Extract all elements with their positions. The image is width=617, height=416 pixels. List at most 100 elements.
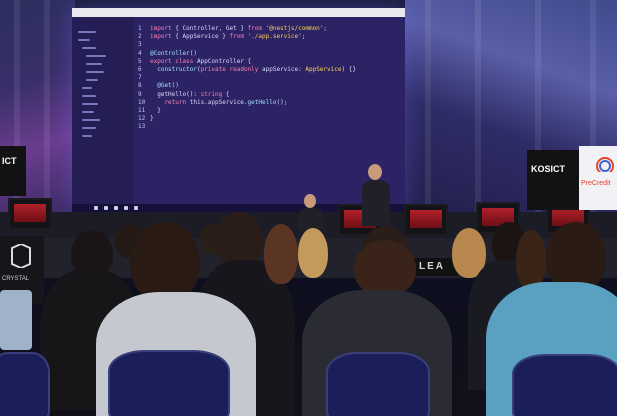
tree-row xyxy=(82,87,92,89)
person-head xyxy=(130,222,200,302)
line-number: 6 xyxy=(138,66,142,73)
gaming-chair xyxy=(14,204,46,222)
speaker-head xyxy=(368,164,382,180)
tree-row xyxy=(82,135,92,137)
code-line: import { Controller, Get } from '@nestjs… xyxy=(150,25,327,32)
code-line: import { AppService } from './app.servic… xyxy=(150,33,305,40)
tree-row xyxy=(82,95,96,97)
code-token: string xyxy=(200,90,223,98)
tree-row xyxy=(86,71,104,73)
code-line: getHello(): string { xyxy=(150,90,230,98)
person-head xyxy=(264,224,298,284)
speaker-standing xyxy=(362,164,390,226)
code-token: './app.service'; xyxy=(243,33,306,41)
code-token: (); xyxy=(276,98,288,106)
line-number: 7 xyxy=(138,74,142,82)
code-token: from xyxy=(247,25,262,32)
code-line: @Get() xyxy=(150,82,179,89)
line-number: 8 xyxy=(138,82,142,90)
line-number: 9 xyxy=(138,90,142,98)
ict-banner: ICT xyxy=(0,146,26,196)
code-token: import xyxy=(150,25,172,32)
status-icon xyxy=(94,206,98,210)
code-token: private readonly xyxy=(200,66,259,73)
gaming-chair xyxy=(410,210,442,228)
lea-sign: LEA xyxy=(413,258,458,276)
status-icon xyxy=(114,206,118,210)
tree-row xyxy=(82,103,98,105)
code-token: @Controller() xyxy=(150,49,197,57)
status-icon xyxy=(104,206,108,210)
code-line: return this.appService.getHello(); xyxy=(150,99,287,106)
tree-row xyxy=(78,39,90,41)
code-token: { Controller, Get } xyxy=(171,25,248,32)
tree-row xyxy=(78,31,96,33)
chair-back xyxy=(326,352,430,416)
projection-screen: 1 2 3 4 5 6 7 8 9 10 11 12 13 import { Controller, Ge… xyxy=(72,8,405,212)
code-token: '@nestjs/common'; xyxy=(262,25,328,32)
tree-row xyxy=(82,47,96,49)
code-token: ) {} xyxy=(341,66,356,73)
code-line: export class AppController { xyxy=(150,58,251,65)
code-token: return xyxy=(150,98,187,106)
line-number: 1 xyxy=(138,25,142,32)
line-number: 12 xyxy=(138,115,146,123)
code-token: } xyxy=(150,115,154,123)
line-number: 3 xyxy=(138,41,142,49)
editor-menubar xyxy=(72,8,405,17)
lea-logo: LEA xyxy=(419,261,445,272)
tree-row xyxy=(86,79,98,81)
line-number: 13 xyxy=(138,123,146,131)
crystal-logo-icon xyxy=(11,244,31,268)
credit-logo: PreCredit xyxy=(581,180,611,187)
line-number: 5 xyxy=(138,57,142,65)
code-token: export class xyxy=(150,57,194,65)
credit-logo-icon xyxy=(596,157,614,172)
chair-back xyxy=(0,352,50,416)
person-head xyxy=(354,240,416,296)
person-head xyxy=(298,228,328,278)
gaming-setup xyxy=(404,204,448,236)
chair-back xyxy=(512,354,617,416)
code-token: import xyxy=(150,33,172,41)
code-token: { xyxy=(222,90,230,98)
code-token: { AppService } xyxy=(171,33,230,41)
code-token: from xyxy=(229,33,244,41)
gaming-setup xyxy=(8,198,52,230)
code-token: this.appService. xyxy=(186,98,248,106)
tree-row xyxy=(82,119,100,121)
code-token: } xyxy=(150,107,161,114)
code-token: constructor xyxy=(150,66,197,73)
code-line: } xyxy=(150,115,154,122)
credit-banner: PreCredit xyxy=(579,146,617,210)
code-token: getHello(): xyxy=(150,90,201,98)
tree-row xyxy=(82,111,94,113)
tree-row xyxy=(82,127,96,129)
kosict-banner: KOSICT xyxy=(527,150,579,210)
file-explorer xyxy=(72,17,134,204)
code-line: @Controller() xyxy=(150,50,197,57)
chair-back xyxy=(108,350,230,416)
code-token: AppService xyxy=(305,66,342,73)
person-head xyxy=(516,230,546,290)
tree-row xyxy=(86,63,102,65)
code-token: getHello xyxy=(247,98,277,106)
speaker-seated xyxy=(298,194,324,230)
tree-row xyxy=(86,55,106,57)
conference-photo: 1 2 3 4 5 6 7 8 9 10 11 12 13 import { Controller, Ge… xyxy=(0,0,617,416)
code-token: @Get() xyxy=(150,82,179,90)
status-icon xyxy=(124,206,128,210)
line-number: 4 xyxy=(138,49,142,57)
code-token: appService: xyxy=(258,66,306,73)
code-line: } xyxy=(150,107,161,114)
line-number: 2 xyxy=(138,33,142,41)
code-line: constructor(private readonly appService:… xyxy=(150,66,356,73)
speaker-head xyxy=(304,194,316,208)
line-number: 10 xyxy=(138,98,146,106)
person-body xyxy=(0,290,32,350)
crystal-logo: CRYSTAL xyxy=(2,276,30,282)
ict-logo: ICT xyxy=(2,156,17,166)
kosict-logo: KOSICT xyxy=(531,164,566,174)
code-editor xyxy=(134,17,405,204)
line-number: 11 xyxy=(138,107,146,114)
